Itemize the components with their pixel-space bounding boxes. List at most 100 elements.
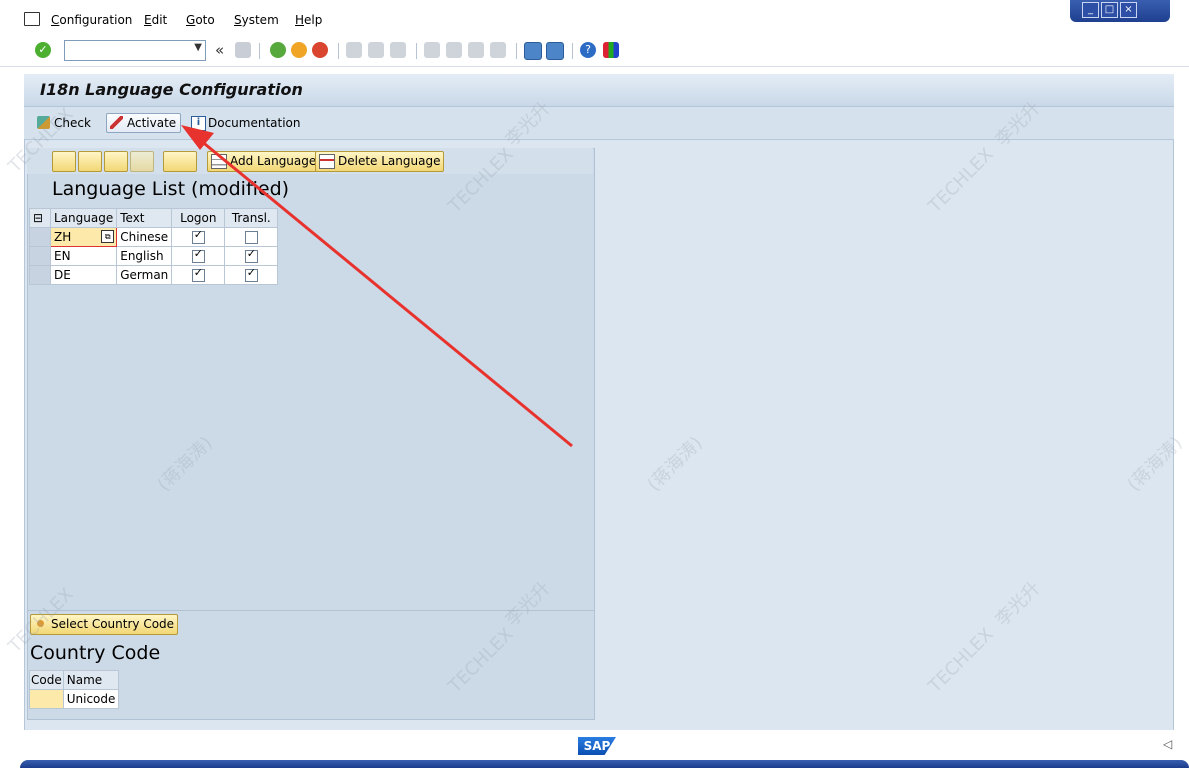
language-code-cell[interactable]: EN xyxy=(49,246,118,266)
logon-checkbox[interactable] xyxy=(191,266,205,282)
first-page-icon[interactable] xyxy=(424,42,440,58)
menu-system[interactable]: System xyxy=(234,13,279,27)
window-bottom-frame xyxy=(20,760,1189,768)
help-icon[interactable]: ? xyxy=(580,42,596,58)
next-page-icon[interactable] xyxy=(468,42,484,58)
application-toolbar: Check Activate i Documentation xyxy=(24,107,1174,140)
find-next-icon[interactable] xyxy=(130,151,154,172)
table-row: EN English xyxy=(29,246,279,266)
select-country-code-button[interactable]: Select Country Code xyxy=(30,614,179,635)
export-icon[interactable] xyxy=(163,151,197,172)
check-button[interactable]: Check xyxy=(34,114,95,132)
back-icon[interactable] xyxy=(270,42,286,58)
shortcut-icon[interactable] xyxy=(546,42,564,60)
check-button-label: Check xyxy=(54,116,91,130)
sort-ascending-icon[interactable] xyxy=(52,151,76,172)
row-selector[interactable] xyxy=(29,246,51,266)
info-icon: i xyxy=(191,116,206,131)
column-header-transl[interactable]: Transl. xyxy=(224,208,279,228)
toolbar-separator xyxy=(572,43,573,59)
country-name-cell: Unicode xyxy=(62,689,120,709)
language-panel-toolbar: Add Language Delete Language xyxy=(27,148,593,174)
country-code-cell[interactable] xyxy=(29,689,64,709)
add-language-button[interactable]: Add Language xyxy=(207,151,321,172)
menu-help[interactable]: Help xyxy=(295,13,322,27)
logon-cell xyxy=(171,246,226,266)
find-next-icon[interactable] xyxy=(390,42,406,58)
close-icon[interactable]: × xyxy=(1120,2,1137,18)
find-icon[interactable] xyxy=(104,151,128,172)
toolbar-separator xyxy=(259,43,260,59)
language-table: ⊟ Language Text Logon Transl. ZH ⧉ Chine… xyxy=(29,208,279,285)
page-title: I18n Language Configuration xyxy=(40,80,303,99)
status-expand-icon[interactable]: ◁ xyxy=(1163,737,1172,751)
chevron-down-icon[interactable]: ▼ xyxy=(194,42,202,53)
language-code-cell[interactable]: DE xyxy=(49,265,118,285)
maximize-icon[interactable]: □ xyxy=(1101,2,1118,18)
new-session-icon[interactable] xyxy=(524,42,542,60)
sort-descending-icon[interactable] xyxy=(78,151,102,172)
menu-goto[interactable]: Goto xyxy=(186,13,215,27)
menu-icon[interactable] xyxy=(24,12,40,26)
activate-button[interactable]: Activate xyxy=(106,113,182,133)
menu-bar: Configuration Edit Goto System Help xyxy=(0,0,1189,36)
toolbar-separator xyxy=(516,43,517,59)
transl-checkbox[interactable] xyxy=(244,231,258,244)
language-list-heading: Language List (modified) xyxy=(52,178,290,200)
transl-checkbox[interactable] xyxy=(244,247,258,263)
table-row: DE German xyxy=(29,265,279,285)
logon-checkbox[interactable] xyxy=(191,247,205,263)
language-code-cell[interactable]: ZH ⧉ xyxy=(49,227,118,247)
column-header-code[interactable]: Code xyxy=(29,670,64,690)
country-code-heading: Country Code xyxy=(30,642,161,664)
check-icon xyxy=(37,116,50,129)
table-header-row: Code Name xyxy=(29,670,120,690)
logon-checkbox[interactable] xyxy=(191,228,205,244)
logon-cell xyxy=(171,227,226,247)
documentation-button-label: Documentation xyxy=(208,116,301,130)
column-header-name[interactable]: Name xyxy=(62,670,120,690)
menu-edit[interactable]: Edit xyxy=(144,13,167,27)
delete-language-label: Delete Language xyxy=(338,154,441,168)
find-icon[interactable] xyxy=(368,42,384,58)
customize-layout-icon[interactable] xyxy=(603,42,619,58)
previous-page-icon[interactable] xyxy=(446,42,462,58)
toolbar-separator xyxy=(416,43,417,59)
print-icon[interactable] xyxy=(346,42,362,58)
enter-icon[interactable]: ✓ xyxy=(35,42,51,58)
command-field[interactable]: ▼ xyxy=(64,40,206,61)
delete-language-button[interactable]: Delete Language xyxy=(315,151,445,172)
value-help-icon[interactable]: ⧉ xyxy=(101,230,115,243)
select-all-icon[interactable]: ⊟ xyxy=(29,208,51,228)
save-icon[interactable] xyxy=(235,42,251,58)
add-language-label: Add Language xyxy=(230,154,317,168)
transl-cell xyxy=(224,227,279,247)
table-row: Unicode xyxy=(29,689,120,709)
transl-cell xyxy=(224,246,279,266)
column-header-language[interactable]: Language xyxy=(49,208,118,228)
table-header-row: ⊟ Language Text Logon Transl. xyxy=(29,208,279,228)
language-text-cell: German xyxy=(116,265,173,285)
transl-checkbox[interactable] xyxy=(244,266,258,282)
minimize-icon[interactable]: _ xyxy=(1082,2,1099,18)
menu-configuration[interactable]: Configuration xyxy=(51,13,132,27)
row-selector[interactable] xyxy=(29,227,51,247)
column-header-text[interactable]: Text xyxy=(116,208,173,228)
select-country-code-label: Select Country Code xyxy=(51,617,175,631)
toolbar-separator xyxy=(338,43,339,59)
language-code: ZH xyxy=(54,230,72,244)
documentation-button[interactable]: i Documentation xyxy=(188,114,305,132)
transl-cell xyxy=(224,265,279,285)
language-text-cell: Chinese xyxy=(116,227,173,247)
back-nav-icon[interactable]: « xyxy=(215,41,224,59)
table-row: ZH ⧉ Chinese xyxy=(29,227,279,247)
column-header-logon[interactable]: Logon xyxy=(171,208,226,228)
cancel-icon[interactable] xyxy=(312,42,328,58)
delete-row-icon xyxy=(319,154,335,169)
window-controls: _ □ × xyxy=(1070,0,1170,22)
select-icon xyxy=(34,617,47,630)
row-selector[interactable] xyxy=(29,265,51,285)
activate-button-label: Activate xyxy=(127,116,177,130)
last-page-icon[interactable] xyxy=(490,42,506,58)
exit-icon[interactable] xyxy=(291,42,307,58)
